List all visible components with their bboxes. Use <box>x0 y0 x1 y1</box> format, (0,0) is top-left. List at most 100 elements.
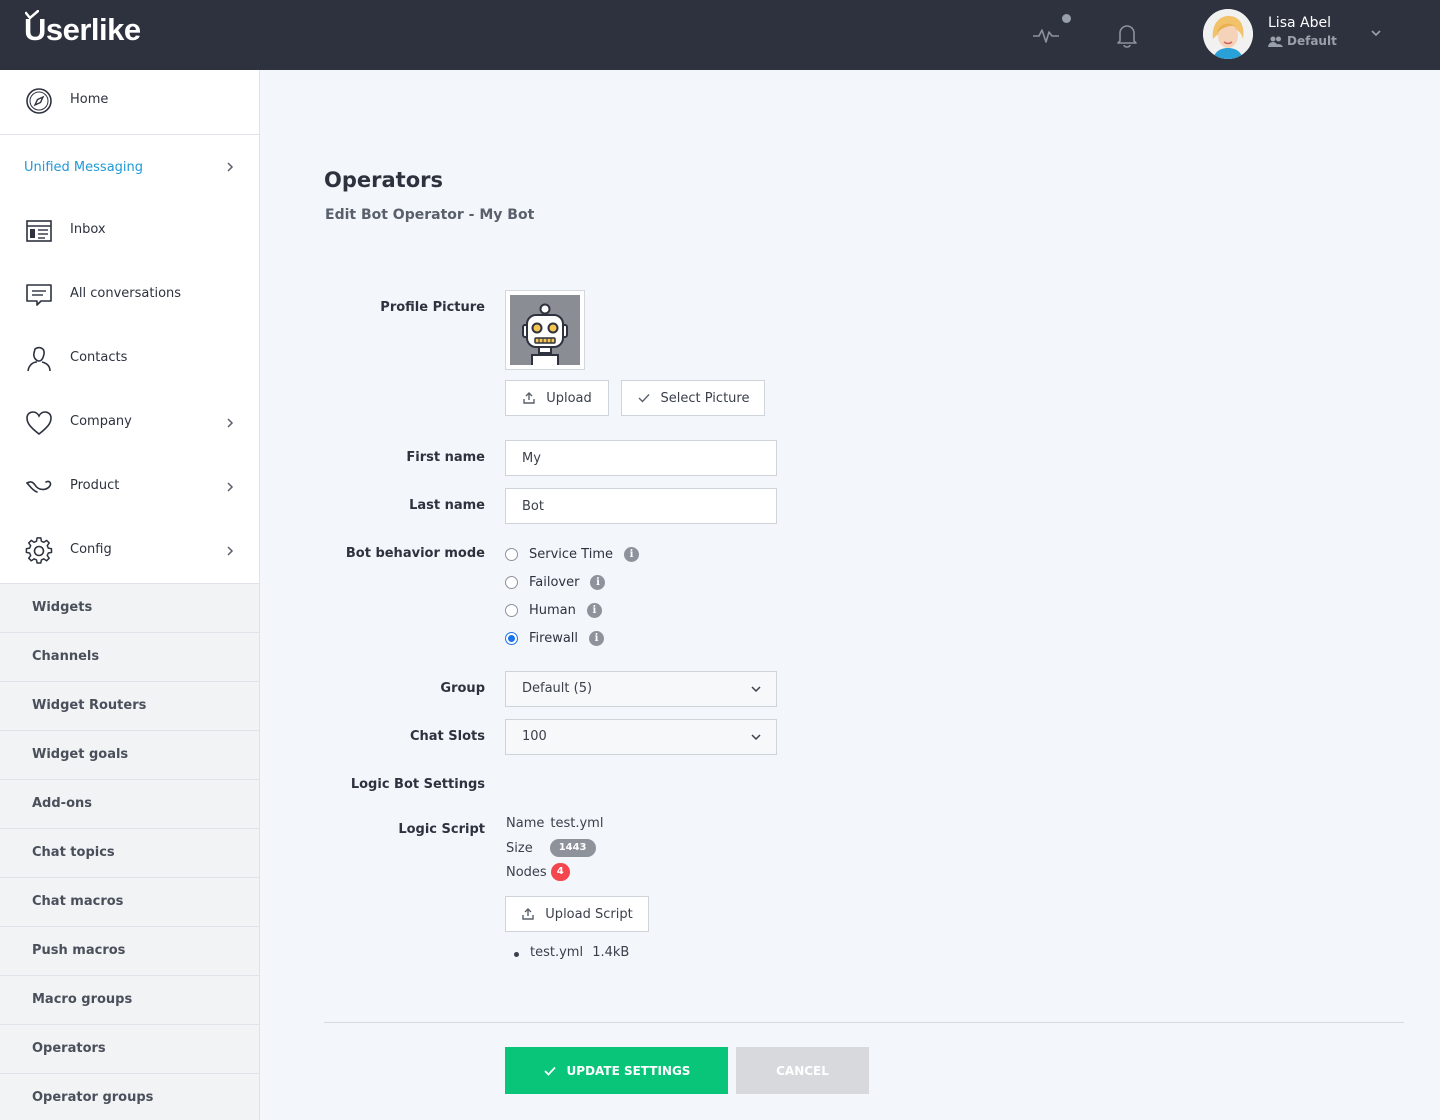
info-icon[interactable]: i <box>586 602 602 618</box>
submenu-item-add-ons[interactable]: Add-ons <box>0 779 259 828</box>
cancel-button[interactable]: CANCEL <box>736 1047 869 1094</box>
footer-divider <box>324 1022 1404 1023</box>
chat-bubble-icon <box>26 284 52 306</box>
sidebar-item-config[interactable]: Config <box>0 520 259 584</box>
logo-text: Userlike <box>24 12 141 47</box>
script-name-row: Name test.yml <box>506 816 603 831</box>
sidebar-item-contacts[interactable]: Contacts <box>0 328 259 392</box>
activity-status-dot <box>1062 14 1071 23</box>
info-icon[interactable]: i <box>590 574 606 590</box>
last-name-field[interactable] <box>505 488 777 524</box>
page-title: Operators <box>324 168 443 192</box>
avatar[interactable] <box>1203 9 1253 59</box>
script-size-label: Size <box>506 840 533 856</box>
submenu-item-channels[interactable]: Channels <box>0 632 259 681</box>
behavior-option-service-time[interactable]: Service Time i <box>505 544 639 564</box>
chevron-right-icon <box>227 546 234 556</box>
radio-label: Service Time <box>529 546 613 562</box>
profile-picture-label: Profile Picture <box>380 300 485 315</box>
submenu-item-chat-macros[interactable]: Chat macros <box>0 877 259 926</box>
sidebar-item-inbox[interactable]: Inbox <box>0 200 259 264</box>
script-nodes-row: Nodes 4 <box>506 863 570 881</box>
script-nodes-badge: 4 <box>550 863 570 881</box>
user-role: Default <box>1268 34 1337 48</box>
upload-icon <box>523 392 535 404</box>
config-submenu: Widgets Channels Widget Routers Widget g… <box>0 583 259 1120</box>
chevron-right-icon <box>227 162 234 172</box>
script-name-label: Name <box>506 816 545 831</box>
chat-slots-select-value: 100 <box>522 729 547 744</box>
submenu-item-operator-groups[interactable]: Operator groups <box>0 1073 259 1120</box>
chevron-down-icon <box>751 734 761 741</box>
user-name[interactable]: Lisa Abel <box>1268 15 1331 31</box>
sidebar: Home Unified Messaging Inbox All convers… <box>0 70 260 1120</box>
check-icon <box>543 1066 556 1076</box>
person-icon <box>27 346 51 372</box>
sidebar-item-label: Home <box>70 92 109 107</box>
uploaded-file-name: test.yml <box>530 945 584 960</box>
group-icon <box>1268 36 1283 47</box>
upload-picture-label: Upload <box>546 390 592 406</box>
script-nodes-label: Nodes <box>506 864 547 880</box>
submenu-item-macro-groups[interactable]: Macro groups <box>0 975 259 1024</box>
userlike-logo[interactable]: Userlike <box>24 10 141 48</box>
chevron-right-icon <box>227 418 234 428</box>
submenu-item-operators[interactable]: Operators <box>0 1024 259 1073</box>
submenu-item-widget-routers[interactable]: Widget Routers <box>0 681 259 730</box>
sidebar-item-label: Contacts <box>70 350 128 365</box>
behavior-option-human[interactable]: Human i <box>505 600 602 620</box>
user-role-label: Default <box>1287 34 1337 48</box>
radio-label: Human <box>529 602 576 618</box>
top-bar: Userlike Lisa Abel Default <box>0 0 1440 70</box>
first-name-label: First name <box>406 450 485 465</box>
upload-picture-button[interactable]: Upload <box>505 380 609 416</box>
behavior-option-firewall[interactable]: Firewall i <box>505 628 605 648</box>
chevron-right-icon <box>227 482 234 492</box>
sidebar-item-unified-messaging[interactable]: Unified Messaging <box>0 135 259 199</box>
page-subtitle: Edit Bot Operator - My Bot <box>325 207 535 223</box>
user-photo-icon <box>1203 9 1253 59</box>
sidebar-item-label: Unified Messaging <box>24 160 144 175</box>
check-icon <box>638 394 650 403</box>
script-size-badge: 1443 <box>549 839 596 857</box>
bell-icon[interactable] <box>1112 20 1142 50</box>
user-menu-chevron-icon[interactable] <box>1369 26 1383 40</box>
submenu-item-push-macros[interactable]: Push macros <box>0 926 259 975</box>
script-name-value: test.yml <box>550 816 604 831</box>
first-name-field[interactable] <box>505 440 777 476</box>
update-settings-button[interactable]: UPDATE SETTINGS <box>505 1047 728 1094</box>
behavior-option-failover[interactable]: Failover i <box>505 572 606 592</box>
compass-icon <box>26 88 52 114</box>
sidebar-item-home[interactable]: Home <box>0 70 259 135</box>
upload-script-button[interactable]: Upload Script <box>505 896 649 932</box>
product-icon <box>26 480 52 493</box>
uploaded-file-item: test.yml 1.4kB <box>513 945 629 960</box>
logic-script-label: Logic Script <box>398 822 485 837</box>
info-icon[interactable]: i <box>624 546 639 562</box>
profile-picture <box>505 290 585 370</box>
radio-service-time[interactable] <box>505 547 518 561</box>
radio-firewall[interactable] <box>505 631 518 645</box>
select-picture-button[interactable]: Select Picture <box>621 380 765 416</box>
heart-icon <box>26 411 52 436</box>
radio-human[interactable] <box>505 603 518 617</box>
sidebar-item-company[interactable]: Company <box>0 392 259 456</box>
sidebar-item-product[interactable]: Product <box>0 456 259 520</box>
submenu-item-widgets[interactable]: Widgets <box>0 583 259 632</box>
submenu-item-widget-goals[interactable]: Widget goals <box>0 730 259 779</box>
robot-avatar-icon <box>510 295 580 365</box>
script-size-row: Size 1443 <box>506 839 596 857</box>
group-select-value: Default (5) <box>522 681 593 696</box>
submenu-item-chat-topics[interactable]: Chat topics <box>0 828 259 877</box>
radio-failover[interactable] <box>505 575 518 589</box>
radio-label: Failover <box>529 574 580 590</box>
group-select[interactable]: Default (5) <box>505 671 777 707</box>
sidebar-item-label: Company <box>70 414 132 429</box>
sidebar-item-all-conversations[interactable]: All conversations <box>0 264 259 328</box>
last-name-label: Last name <box>409 498 485 513</box>
chat-slots-select[interactable]: 100 <box>505 719 777 755</box>
sidebar-item-label: Config <box>70 542 112 557</box>
upload-script-label: Upload Script <box>545 906 633 922</box>
info-icon[interactable]: i <box>589 630 605 646</box>
activity-icon[interactable] <box>1031 20 1061 50</box>
